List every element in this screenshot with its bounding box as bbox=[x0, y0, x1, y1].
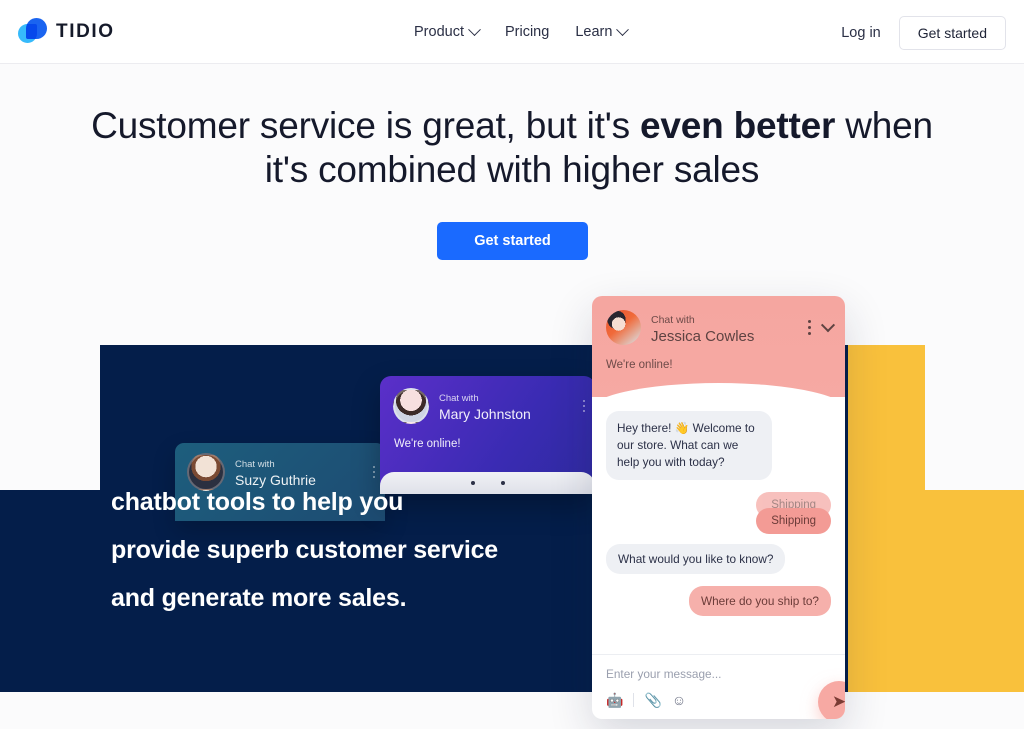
panel-copy: chatbot tools to help you provide superb… bbox=[111, 478, 671, 622]
quick-reply-chip-shipping[interactable]: Shipping bbox=[756, 508, 831, 535]
header-actions: Log in Get started bbox=[841, 16, 1006, 50]
yellow-block-bottom bbox=[845, 490, 1024, 692]
message-input[interactable]: Enter your message... bbox=[606, 667, 831, 681]
kebab-menu-icon[interactable] bbox=[582, 399, 585, 413]
nav-item-learn-label: Learn bbox=[575, 24, 613, 40]
emoji-icon[interactable]: ☺ bbox=[672, 693, 686, 707]
agent-name: Mary Johnston bbox=[439, 406, 531, 422]
paperclip-icon[interactable]: 📎 bbox=[644, 693, 661, 707]
nav-item-pricing-label: Pricing bbox=[504, 24, 550, 40]
chat-message-user: Where do you ship to? bbox=[688, 586, 831, 617]
chat-with-label: Chat with bbox=[235, 459, 275, 471]
get-started-header-button[interactable]: Get started bbox=[898, 16, 1006, 50]
status-text: We're online! bbox=[394, 438, 461, 450]
chevron-down-icon bbox=[468, 22, 481, 36]
nav-item-product[interactable]: Product bbox=[414, 22, 481, 42]
chat-widget-header: Chat with Jessica Cowles We're online! bbox=[592, 296, 845, 414]
hero-title-emphasis: even better bbox=[639, 105, 836, 146]
chevron-down-icon[interactable] bbox=[820, 317, 836, 332]
chat-message-list: Hey there! 👋 Welcome to our store. What … bbox=[592, 397, 845, 654]
nav-item-pricing[interactable]: Pricing bbox=[505, 22, 549, 42]
agent-name: Jessica Cowles bbox=[651, 327, 755, 345]
avatar bbox=[393, 388, 429, 424]
panel-copy-line-2: provide superb customer service bbox=[111, 536, 499, 564]
yellow-block-top bbox=[845, 345, 925, 491]
panel-copy-line-3: and generate more sales. bbox=[111, 584, 407, 612]
page-title: Customer service is great, but it's even… bbox=[0, 104, 1024, 192]
divider bbox=[633, 693, 635, 707]
quick-reply-row: Shipping Shipping bbox=[606, 492, 831, 536]
kebab-menu-icon[interactable] bbox=[808, 320, 811, 336]
hero-title-part1: Customer service is great, but it's bbox=[91, 105, 640, 146]
bot-icon[interactable]: 🤖 bbox=[606, 693, 623, 707]
composer-tools: 🤖 📎 ☺ bbox=[606, 693, 831, 707]
chat-composer: Enter your message... 🤖 📎 ☺ ➤ bbox=[592, 654, 845, 719]
avatar bbox=[606, 310, 641, 346]
tidio-droplet-logo-icon bbox=[18, 18, 47, 45]
logo-text: TIDIO bbox=[56, 20, 115, 42]
chevron-down-icon bbox=[616, 22, 630, 36]
status-text: We're online! bbox=[606, 359, 673, 372]
get-started-hero-button[interactable]: Get started bbox=[437, 222, 588, 260]
send-icon[interactable]: ➤ bbox=[818, 681, 845, 719]
chat-with-label: Chat with bbox=[439, 393, 479, 405]
nav-item-learn[interactable]: Learn bbox=[575, 22, 630, 42]
kebab-menu-icon[interactable] bbox=[372, 465, 375, 479]
logo[interactable]: TIDIO bbox=[18, 18, 115, 45]
site-header: TIDIO Product Pricing Learn Log in Get s… bbox=[0, 0, 1024, 64]
chat-message-row: Where do you ship to? bbox=[606, 586, 831, 617]
landing-page: TIDIO Product Pricing Learn Log in Get s… bbox=[0, 0, 1024, 729]
login-link[interactable]: Log in bbox=[841, 25, 881, 41]
chat-message-bot: What would you like to know? bbox=[606, 544, 786, 575]
chat-widget: Chat with Jessica Cowles We're online! H… bbox=[592, 296, 845, 719]
chat-with-label: Chat with bbox=[651, 314, 695, 326]
chat-message-row: What would you like to know? bbox=[606, 544, 831, 575]
nav-item-product-label: Product bbox=[414, 24, 464, 40]
main-navigation: Product Pricing Learn bbox=[414, 22, 630, 42]
chat-message-bot: Hey there! 👋 Welcome to our store. What … bbox=[606, 411, 772, 481]
panel-copy-line-1: chatbot tools to help you bbox=[111, 488, 404, 516]
chat-card-mary[interactable]: Chat with Mary Johnston We're online! bbox=[380, 376, 595, 494]
